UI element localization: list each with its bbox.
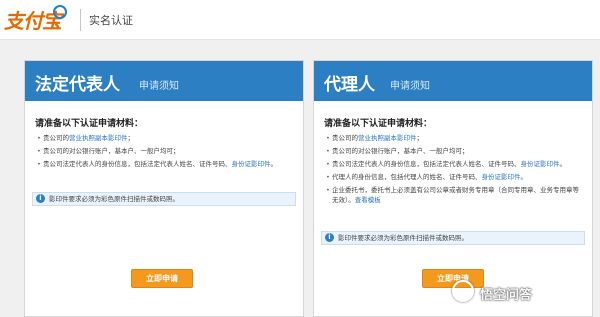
list-item: 贵公司的营业执照副本影印件；	[37, 133, 295, 143]
logo-mark-icon	[53, 5, 67, 19]
item-text: 贵公司法定代表人的身份信息，包括法定代表人姓名、证件号码、	[332, 160, 521, 168]
item-text: 贵公司的对公银行账户，基本户、一般户均可；	[332, 147, 469, 155]
list-item: 贵公司法定代表人的身份信息，包括法定代表人姓名、证件号码、身份证影印件。	[37, 159, 295, 169]
apply-now-button[interactable]: 立即申请	[131, 269, 193, 288]
item-text-suffix: 。	[559, 160, 567, 168]
panel-header: 代理人 申请须知	[314, 61, 592, 101]
item-text: 贵公司法定代表人的身份信息，包括法定代表人姓名、证件号码、	[43, 160, 232, 168]
watermark: 悟空问答	[480, 288, 533, 303]
notice-bar: i 影印件要求必须为彩色原件扫描件或数码照。	[321, 231, 585, 245]
list-item: 贵公司的对公银行账户，基本户、一般户均可；	[326, 146, 584, 156]
id-card-copy-link[interactable]: 身份证影印件	[521, 160, 560, 168]
item-text: 贵公司的	[332, 134, 358, 142]
item-text: 代理人的身份信息，包括代理人的姓名、证件号码、	[332, 173, 482, 181]
info-icon: i	[36, 194, 45, 203]
item-text-suffix: ；	[127, 134, 135, 142]
notice-text: 影印件要求必须为彩色原件扫描件或数码照。	[49, 195, 179, 203]
list-item: 贵公司法定代表人的身份信息，包括法定代表人姓名、证件号码、身份证影印件。	[326, 159, 584, 169]
list-item: 贵公司的营业执照副本影印件；	[326, 133, 584, 143]
watermark-logo-icon	[452, 280, 474, 302]
item-text-suffix: 。	[270, 160, 278, 168]
notice-bar: i 影印件要求必须为彩色原件扫描件或数码照。	[32, 192, 296, 206]
legal-representative-panel: 法定代表人 申请须知 请准备以下认证申请材料： 贵公司的营业执照副本影印件； 贵…	[24, 60, 304, 317]
business-license-link[interactable]: 营业执照副本影印件	[358, 134, 417, 142]
panel-title: 法定代表人	[35, 75, 120, 95]
requirements-title: 请准备以下认证申请材料：	[35, 119, 144, 129]
requirements-list: 贵公司的营业执照副本影印件； 贵公司的对公银行账户，基本户、一般户均可； 贵公司…	[326, 133, 584, 208]
item-text-suffix: 。	[520, 173, 528, 181]
notice-text: 影印件要求必须为彩色原件扫描件或数码照。	[338, 234, 468, 242]
panel-title: 代理人	[324, 75, 375, 95]
panel-subtitle: 申请须知	[390, 81, 430, 92]
business-license-link[interactable]: 营业执照副本影印件	[69, 134, 128, 142]
top-bar: 支付宝 实名认证	[0, 0, 600, 40]
header-divider	[80, 9, 81, 31]
item-text: 贵公司的	[43, 134, 69, 142]
panel-subtitle: 申请须知	[139, 81, 179, 92]
list-item: 代理人的身份信息，包括代理人的姓名、证件号码、身份证影印件。	[326, 172, 584, 182]
item-text-suffix: ；	[416, 134, 424, 142]
requirements-list: 贵公司的营业执照副本影印件； 贵公司的对公银行账户，基本户、一般户均可； 贵公司…	[37, 133, 295, 172]
agent-panel: 代理人 申请须知 请准备以下认证申请材料： 贵公司的营业执照副本影印件； 贵公司…	[313, 60, 593, 317]
view-template-link[interactable]: 查看模板	[355, 196, 381, 204]
panel-header: 法定代表人 申请须知	[25, 61, 303, 101]
agent-id-copy-link[interactable]: 身份证影印件	[482, 173, 521, 181]
page-title: 实名认证	[89, 14, 133, 27]
list-item: 企业委托书，委托书上必须盖有公司公章或者财务专用章（合同专用章、业务专用章等无效…	[326, 185, 584, 205]
item-text: 贵公司的对公银行账户，基本户、一般户均可；	[43, 147, 180, 155]
list-item: 贵公司的对公银行账户，基本户、一般户均可；	[37, 146, 295, 156]
info-icon: i	[325, 233, 334, 242]
id-card-copy-link[interactable]: 身份证影印件	[232, 160, 271, 168]
requirements-title: 请准备以下认证申请材料：	[324, 119, 433, 129]
